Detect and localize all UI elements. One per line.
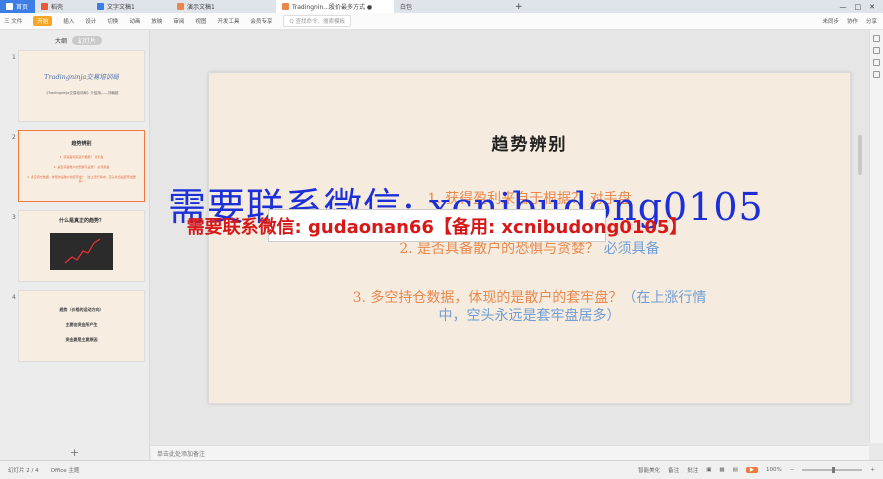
sorter-view-icon[interactable]: ▦ [719, 467, 724, 473]
thumb-line: 趋势（价格的运动方向） [59, 307, 104, 312]
minimize-icon[interactable]: — [840, 3, 847, 11]
watermark-banner: 需要联系微信: gudaonan66【备用: xcnibudong0105】 [187, 209, 687, 242]
menu-start[interactable]: 开始 [33, 16, 53, 26]
line-text: 3. 多空持仓数据，体现的是散户的套牢盘？ [352, 290, 623, 306]
animation-icon[interactable] [873, 59, 880, 66]
tab-slides[interactable]: 幻灯片 [72, 36, 103, 45]
share-button[interactable]: 分享 [866, 17, 877, 25]
slide-line-3b[interactable]: 中，空头永远是套牢盘居多） [209, 305, 850, 325]
tab-bar: 首页 稻壳 文字文稿1 演示文稿1 Tradingnin...股价最多方式 ● … [0, 0, 883, 13]
sync-status[interactable]: 未同步 [822, 17, 839, 25]
ribbon-menu: 三 文件 开始 插入 设计 切换 动画 放映 审阅 视图 开发工具 会员专享 Q… [0, 13, 883, 30]
property-icon[interactable] [873, 47, 880, 54]
menu-view[interactable]: 视图 [195, 17, 206, 25]
zoom-slider[interactable] [802, 467, 863, 473]
tab-label: 首页 [16, 4, 29, 11]
menu-insert[interactable]: 插入 [63, 17, 74, 25]
thumb-title: 什么是真正的趋势？ [58, 218, 104, 224]
zoom-out-icon[interactable]: − [790, 467, 795, 473]
right-toolbar [869, 30, 883, 443]
thumb-line: 主要由资金所产生 [65, 322, 98, 327]
slide-thumb-1[interactable]: Tradingninja交易培训局 《Tradingninja交易培训局》介绍用… [18, 50, 145, 122]
zoom-level[interactable]: 100% [766, 467, 782, 473]
slide-thumb-2[interactable]: 趋势辨别 1. 获得盈利来自于根据？ 对手盘 2. 是否具备散户的恐惧与贪婪？ … [18, 130, 145, 202]
status-right: 智能美化 备注 批注 ▣ ▦ ▤ ▶ 100% − + [638, 466, 875, 474]
line-text: 2. 是否具备散户的恐惧与贪婪？ [399, 241, 600, 257]
collab-button[interactable]: 协作 [847, 17, 858, 25]
tab-label: 文字文稿1 [107, 4, 135, 11]
tab-docer[interactable]: 稻壳 [35, 0, 91, 13]
slide-title[interactable]: 趋势辨别 [209, 130, 850, 155]
comment-toggle[interactable]: 批注 [687, 466, 698, 474]
chart-image [50, 233, 113, 270]
window-controls: — □ ✕ [840, 3, 883, 11]
writer-icon [97, 3, 104, 10]
slide-thumb-4[interactable]: 趋势（价格的运动方向） 主要由资金所产生 资金要是主要原因 [18, 290, 145, 362]
thumb-line: 1. 获得盈利来自于根据？ 对手盘 [59, 155, 104, 159]
thumb-line: 资金要是主要原因 [65, 337, 98, 342]
add-slide-button[interactable]: + [70, 446, 79, 459]
tab-label: 演示文稿1 [187, 4, 215, 11]
line-text: 必须具备 [599, 241, 660, 257]
tab-label: Tradingnin...股价最多方式 ● [292, 4, 373, 11]
slide-panel: 大纲 幻灯片 1 Tradingninja交易培训局 《Tradingninja… [0, 30, 150, 460]
line-text: （在上涨行情 [622, 290, 707, 306]
notes-area[interactable]: 单击此处添加备注 [151, 445, 869, 460]
notes-toggle[interactable]: 备注 [668, 466, 679, 474]
panel-tabs: 大纲 幻灯片 [55, 36, 103, 45]
tab-label: 稻壳 [51, 4, 64, 11]
menu-animation[interactable]: 动画 [129, 17, 140, 25]
slide-number: 2 [12, 134, 16, 141]
zoom-in-icon[interactable]: + [870, 467, 875, 473]
menu-devtools[interactable]: 开发工具 [217, 17, 239, 25]
menu-transition[interactable]: 切换 [107, 17, 118, 25]
slide-number: 4 [12, 294, 16, 301]
home-icon [6, 3, 13, 10]
menu-design[interactable]: 设计 [85, 17, 96, 25]
thumb-line: 3. 多空持仓数据，体现的是散户的套牢盘？（在上涨行情中，空头永远是套牢盘居多） [27, 175, 136, 183]
menu-member[interactable]: 会员专享 [250, 17, 272, 25]
page-indicator: 幻灯片 2 / 4 [8, 468, 39, 474]
reading-view-icon[interactable]: ▤ [733, 467, 738, 473]
tab-outline[interactable]: 大纲 [55, 36, 67, 45]
menu-review[interactable]: 审阅 [173, 17, 184, 25]
presentation-icon [282, 3, 289, 10]
new-tab-button[interactable]: + [509, 0, 523, 13]
slide-number: 3 [12, 214, 16, 221]
scroll-thumb[interactable] [858, 135, 862, 175]
maximize-icon[interactable]: □ [855, 3, 862, 11]
thumb-title: Tradingninja交易培训局 [44, 73, 119, 81]
play-button[interactable]: ▶ [745, 467, 759, 473]
docer-icon [41, 3, 48, 10]
thumb-line: 2. 是否具备散户的恐惧与贪婪？ 必须具备 [53, 165, 110, 169]
slide-line-3[interactable]: 3. 多空持仓数据，体现的是散户的套牢盘？（在上涨行情 [209, 287, 850, 307]
thumb-title: 趋势辨别 [71, 141, 92, 147]
menu-slideshow[interactable]: 放映 [151, 17, 162, 25]
vertical-scrollbar[interactable] [857, 40, 863, 440]
slide-number: 1 [12, 54, 16, 61]
close-icon[interactable]: ✕ [869, 3, 875, 11]
ribbon-right: 未同步 协作 分享 [822, 17, 883, 25]
thumb-subtitle: 《Tradingninja交易培训局》介绍用——刘翰超 [44, 91, 119, 95]
select-icon[interactable] [873, 35, 880, 42]
slide-thumb-3[interactable]: 什么是真正的趋势？ [18, 210, 145, 282]
tab-ppt1[interactable]: 演示文稿1 [171, 0, 276, 13]
backup-icon[interactable] [873, 71, 880, 78]
status-bar: 幻灯片 2 / 4 Office 主题 智能美化 备注 批注 ▣ ▦ ▤ ▶ 1… [0, 460, 883, 479]
menu-file[interactable]: 三 文件 [4, 17, 22, 25]
tab-doc1[interactable]: 文字文稿1 [91, 0, 171, 13]
theme-name: Office 主题 [50, 468, 80, 474]
command-search-input[interactable]: Q 查找命令、搜索模板 [283, 15, 351, 27]
tab-blank[interactable]: 白包 [394, 0, 509, 13]
tab-label: 白包 [400, 4, 413, 11]
presentation-icon [177, 3, 184, 10]
smart-beautify-button[interactable]: 智能美化 [638, 466, 660, 474]
tab-home[interactable]: 首页 [0, 0, 35, 13]
tab-active-presentation[interactable]: Tradingnin...股价最多方式 ● [276, 0, 394, 13]
normal-view-icon[interactable]: ▣ [706, 467, 711, 473]
